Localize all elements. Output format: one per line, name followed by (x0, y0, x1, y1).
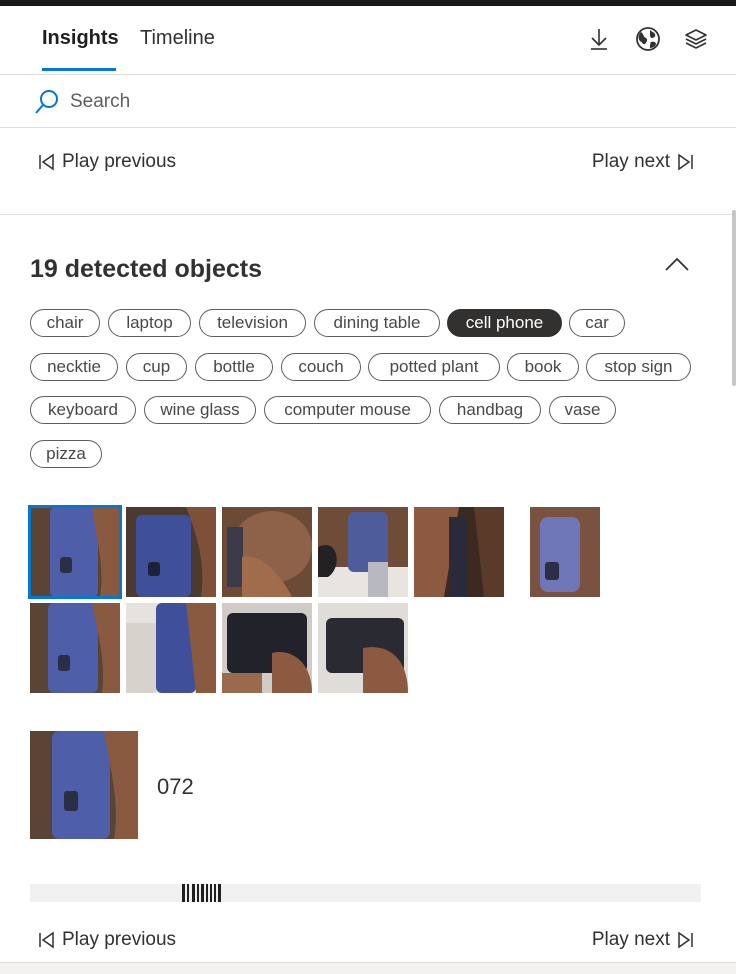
chip-handbag[interactable]: handbag (439, 396, 541, 424)
thumbnail-10[interactable] (318, 603, 408, 693)
chip-pizza[interactable]: pizza (30, 440, 102, 468)
skip-next-icon (678, 153, 693, 171)
thumbnail-8[interactable] (126, 603, 216, 693)
play-previous-label: Play previous (62, 151, 177, 172)
chip-chair[interactable]: chair (30, 309, 100, 337)
chip-laptop[interactable]: laptop (108, 309, 191, 337)
play-controls-bottom: Play previous Play next (0, 925, 736, 955)
play-next-button[interactable]: Play next (592, 147, 694, 177)
appearance-timeline[interactable] (30, 884, 701, 902)
play-previous-button-bottom[interactable]: Play previous (38, 925, 176, 955)
chip-bottle[interactable]: bottle (195, 353, 273, 381)
timeline-marker[interactable] (182, 884, 185, 902)
chip-couch[interactable]: couch (281, 353, 361, 381)
thumbnail-7[interactable] (30, 603, 120, 693)
selected-object-image (30, 731, 138, 839)
play-next-label: Play next (591, 151, 670, 172)
chip-potted-plant[interactable]: potted plant (368, 353, 500, 381)
search-icon (35, 90, 58, 114)
download-icon[interactable] (584, 24, 614, 54)
header: Insights Timeline (0, 6, 736, 75)
thumbnail-2[interactable] (126, 507, 216, 597)
skip-next-icon (678, 931, 693, 949)
skip-previous-icon (39, 153, 54, 171)
section-title: 19 detected objects (30, 255, 263, 283)
search-bar (0, 75, 736, 128)
thumbnail-5[interactable] (414, 507, 504, 597)
chip-wine-glass[interactable]: wine glass (144, 396, 256, 424)
panel-bottom-edge (0, 962, 736, 974)
timeline-marker[interactable] (192, 884, 195, 902)
play-next-label: Play next (591, 929, 670, 950)
timeline-marker[interactable] (187, 884, 189, 902)
timeline-marker[interactable] (210, 884, 212, 902)
timeline-marker[interactable] (197, 884, 199, 902)
thumbnail-4[interactable] (318, 507, 408, 597)
chip-television[interactable]: television (199, 309, 306, 337)
thumbnail-3[interactable] (222, 507, 312, 597)
thumbnail-1[interactable] (28, 505, 122, 599)
timeline-marker[interactable] (218, 884, 221, 902)
play-previous-label: Play previous (62, 929, 177, 950)
chip-vase[interactable]: vase (549, 396, 616, 424)
play-next-button-bottom[interactable]: Play next (592, 925, 694, 955)
section-divider (0, 214, 736, 215)
chip-book[interactable]: book (507, 353, 579, 381)
scrollbar-thumb[interactable] (732, 210, 736, 386)
chip-car[interactable]: car (569, 309, 625, 337)
chip-necktie[interactable]: necktie (30, 353, 118, 381)
chip-dining-table[interactable]: dining table (314, 309, 440, 337)
chip-stop-sign[interactable]: stop sign (586, 353, 691, 381)
search-input[interactable] (70, 87, 670, 117)
layers-icon[interactable] (681, 24, 711, 54)
play-controls-top: Play previous Play next (0, 147, 736, 177)
tab-timeline[interactable]: Timeline (140, 26, 215, 50)
chip-cell-phone[interactable]: cell phone (447, 309, 562, 337)
tab-insights[interactable]: Insights (42, 26, 119, 50)
globe-icon[interactable] (633, 24, 663, 54)
chevron-up-icon (665, 257, 689, 271)
active-tab-indicator (42, 68, 116, 71)
chip-cup[interactable]: cup (126, 353, 187, 381)
timeline-marker[interactable] (214, 884, 216, 902)
selected-object-id: 072 (157, 774, 194, 799)
skip-previous-icon (39, 931, 54, 949)
thumbnail-9[interactable] (222, 603, 312, 693)
collapse-button[interactable] (662, 250, 692, 280)
play-previous-button[interactable]: Play previous (38, 147, 176, 177)
chip-computer-mouse[interactable]: computer mouse (264, 396, 431, 424)
timeline-marker[interactable] (206, 884, 208, 902)
chip-keyboard[interactable]: keyboard (30, 396, 136, 424)
timeline-marker[interactable] (201, 884, 204, 902)
thumbnail-6[interactable] (510, 507, 600, 597)
